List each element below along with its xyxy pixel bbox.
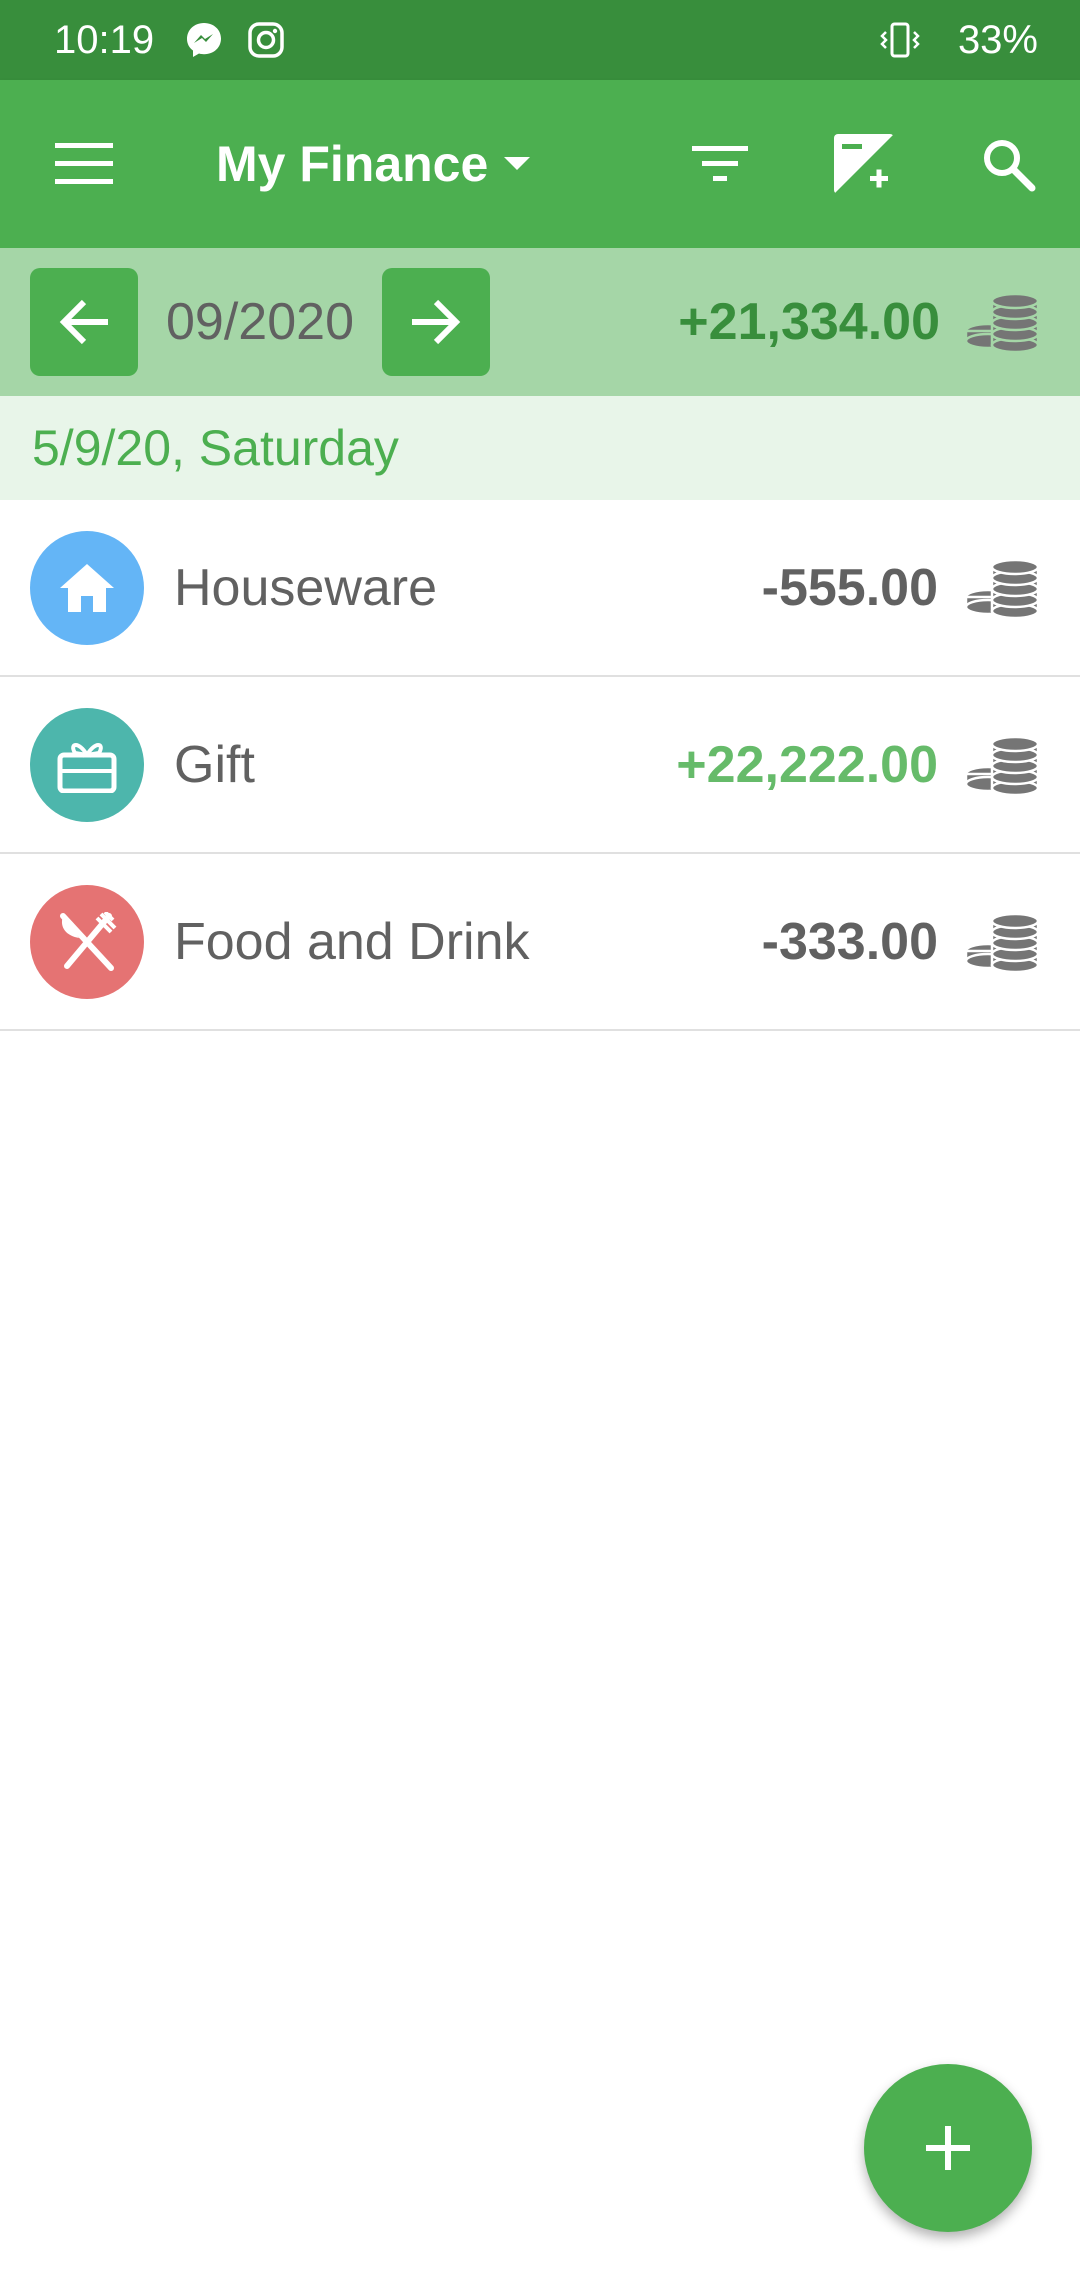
coins-icon (964, 735, 1040, 796)
gift-icon (57, 742, 117, 793)
filter-button[interactable] (672, 116, 768, 212)
transaction-category: Food and Drink (174, 912, 530, 971)
instagram-icon (244, 18, 288, 62)
hamburger-menu-icon (55, 143, 113, 184)
plus-icon (926, 2126, 970, 2170)
menu-button[interactable] (36, 116, 132, 212)
transaction-list: Houseware -555.00 Gift +22,222.00 Food a… (0, 500, 1080, 1031)
category-icon-food-and-drink (30, 884, 144, 999)
add-transaction-button[interactable] (864, 2064, 1032, 2232)
date-header: 5/9/20, Saturday (0, 396, 1080, 500)
month-navigation: 09/2020 +21,334.00 (0, 248, 1080, 396)
transaction-row[interactable]: Food and Drink -333.00 (0, 854, 1080, 1031)
transaction-amount: +22,222.00 (676, 735, 938, 794)
category-icon-houseware (30, 530, 144, 645)
transaction-category: Gift (174, 735, 255, 794)
page-title: My Finance (216, 136, 489, 192)
transaction-row[interactable]: Gift +22,222.00 (0, 677, 1080, 854)
transaction-amount: -333.00 (761, 912, 938, 971)
transaction-row[interactable]: Houseware -555.00 (0, 500, 1080, 677)
status-bar: 10:19 33% (0, 0, 1080, 80)
transaction-amount: -555.00 (761, 558, 938, 617)
previous-month-button[interactable] (30, 268, 138, 376)
status-time: 10:19 (54, 17, 155, 62)
battery-percent: 33% (957, 17, 1038, 62)
arrow-right-icon (412, 299, 461, 345)
account-selector[interactable]: My Finance (216, 135, 531, 193)
category-icon-gift (30, 707, 144, 822)
messenger-icon (182, 18, 226, 62)
coins-icon (964, 912, 1040, 973)
month-total: +21,334.00 (678, 293, 940, 351)
vibrate-icon (878, 18, 922, 62)
coins-icon (964, 292, 1040, 354)
add-transaction-image-button[interactable] (816, 116, 912, 212)
search-icon (984, 140, 1036, 192)
search-button[interactable] (960, 116, 1056, 212)
transaction-category: Houseware (174, 558, 438, 617)
current-month[interactable]: 09/2020 (138, 292, 382, 352)
add-image-icon (834, 134, 894, 194)
app-bar: My Finance (0, 80, 1080, 248)
next-month-button[interactable] (382, 268, 490, 376)
filter-icon (692, 146, 748, 181)
home-icon (60, 563, 114, 612)
dropdown-arrow-icon (504, 157, 531, 170)
coins-icon (964, 558, 1040, 619)
arrow-left-icon (59, 299, 108, 345)
fork-knife-icon (60, 911, 117, 971)
